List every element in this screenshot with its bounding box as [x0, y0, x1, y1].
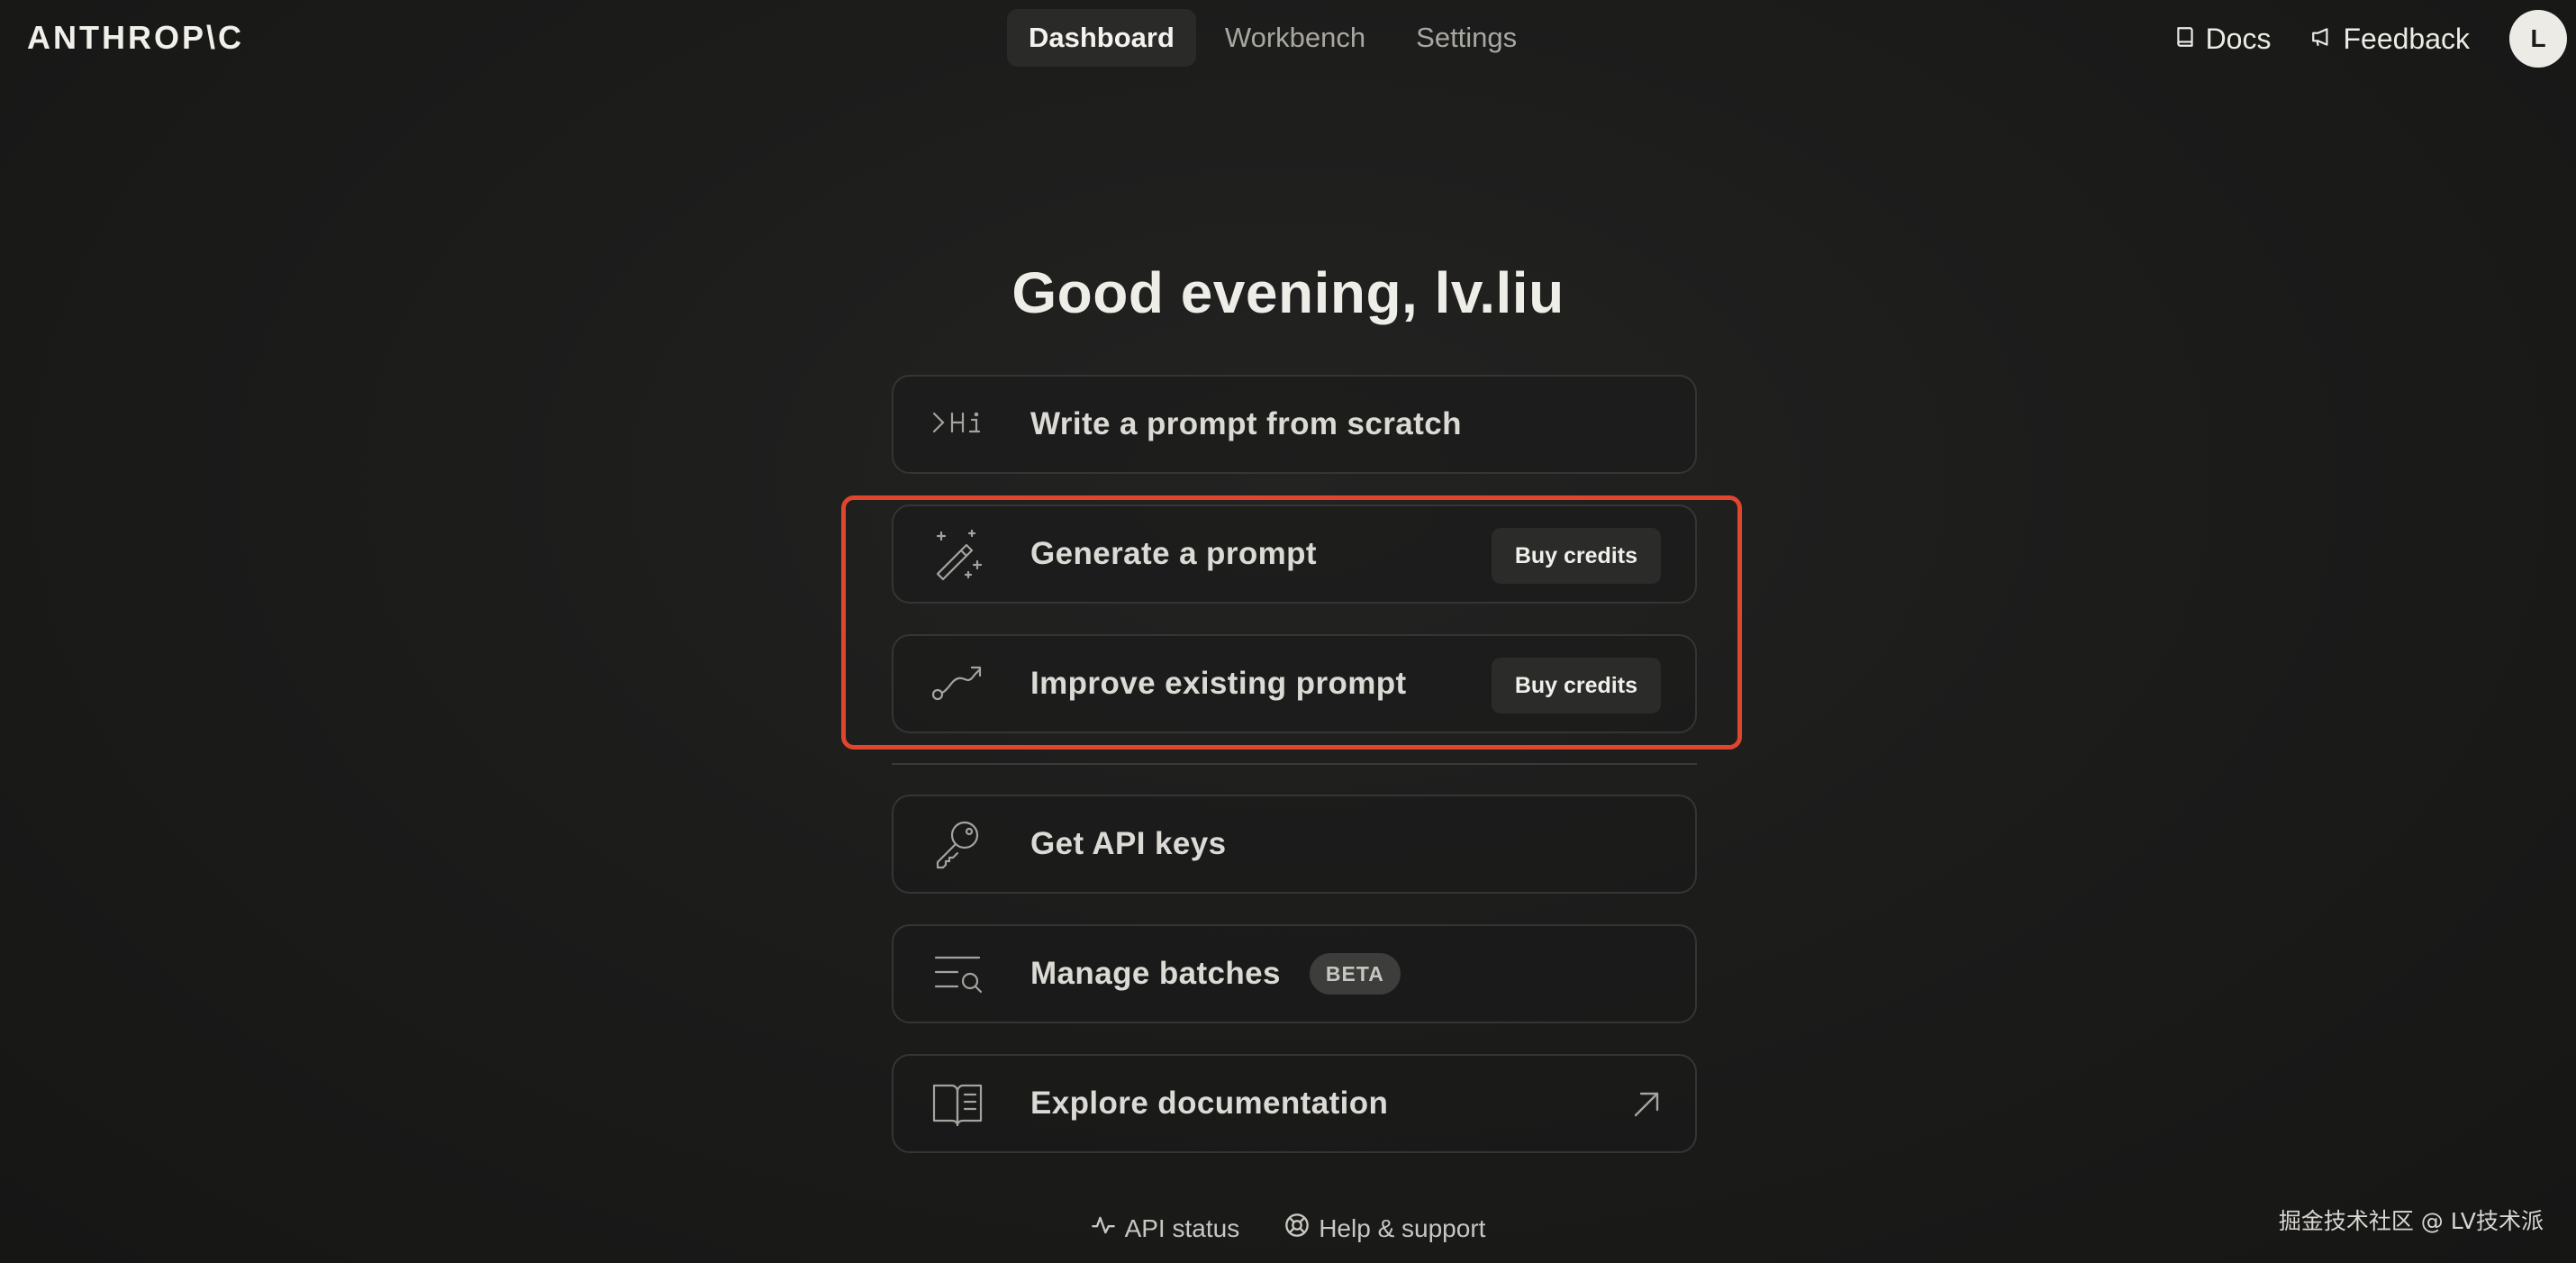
generate-prompt-card[interactable]: Generate a prompt Buy credits	[892, 504, 1697, 604]
generate-prompt-label: Generate a prompt	[1030, 536, 1317, 571]
batches-card[interactable]: Manage batches BETA	[892, 924, 1697, 1023]
avatar[interactable]: L	[2509, 10, 2567, 68]
batches-label: Manage batches	[1030, 956, 1281, 991]
help-support-label: Help & support	[1319, 1213, 1486, 1242]
tab-workbench[interactable]: Workbench	[1203, 9, 1387, 67]
lifebuoy-icon	[1284, 1213, 1310, 1244]
watermark: 掘金技术社区 @ LV技术派	[2278, 1208, 2544, 1234]
write-prompt-label: Write a prompt from scratch	[1030, 406, 1462, 441]
top-bar: ANTHROP\C Dashboard Workbench Settings D…	[0, 0, 2576, 77]
key-icon	[926, 813, 989, 876]
external-link-icon	[1630, 1088, 1663, 1121]
improve-prompt-card[interactable]: Improve existing prompt Buy credits	[892, 634, 1697, 733]
buy-credits-button[interactable]: Buy credits	[1491, 658, 1661, 713]
curve-arrow-icon	[926, 652, 989, 715]
api-keys-card[interactable]: Get API keys	[892, 795, 1697, 894]
activity-icon	[1091, 1213, 1116, 1244]
book-icon	[926, 1072, 989, 1135]
tab-settings[interactable]: Settings	[1394, 9, 1538, 67]
api-status-label: API status	[1124, 1213, 1240, 1242]
buy-credits-button[interactable]: Buy credits	[1491, 528, 1661, 584]
magic-wand-icon	[926, 522, 989, 586]
documentation-card[interactable]: Explore documentation	[892, 1054, 1697, 1153]
api-status-link[interactable]: API status	[1091, 1213, 1240, 1244]
write-prompt-card[interactable]: Write a prompt from scratch	[892, 375, 1697, 474]
main-nav: Dashboard Workbench Settings	[1007, 9, 1538, 67]
documentation-label: Explore documentation	[1030, 1086, 1389, 1121]
list-search-icon	[926, 942, 989, 1005]
api-keys-label: Get API keys	[1030, 826, 1227, 861]
docs-link[interactable]: Docs	[2173, 22, 2272, 56]
improve-prompt-label: Improve existing prompt	[1030, 666, 1407, 701]
page-title: Good evening, lv.liu	[1011, 260, 1565, 325]
docs-label: Docs	[2205, 22, 2272, 55]
megaphone-icon	[2310, 23, 2334, 56]
prompt-hi-icon	[926, 393, 989, 456]
footer: API status Help & support	[0, 1213, 2576, 1244]
book-outline-icon	[2173, 23, 2197, 56]
feedback-label: Feedback	[2343, 22, 2470, 55]
feedback-link[interactable]: Feedback	[2310, 23, 2470, 56]
help-support-link[interactable]: Help & support	[1284, 1213, 1485, 1244]
beta-badge: BETA	[1309, 953, 1401, 995]
section-divider	[892, 763, 1697, 765]
top-right-actions: Docs Feedback L	[2173, 0, 2576, 77]
tab-dashboard[interactable]: Dashboard	[1007, 9, 1196, 67]
anthropic-logo[interactable]: ANTHROP\C	[27, 16, 244, 59]
